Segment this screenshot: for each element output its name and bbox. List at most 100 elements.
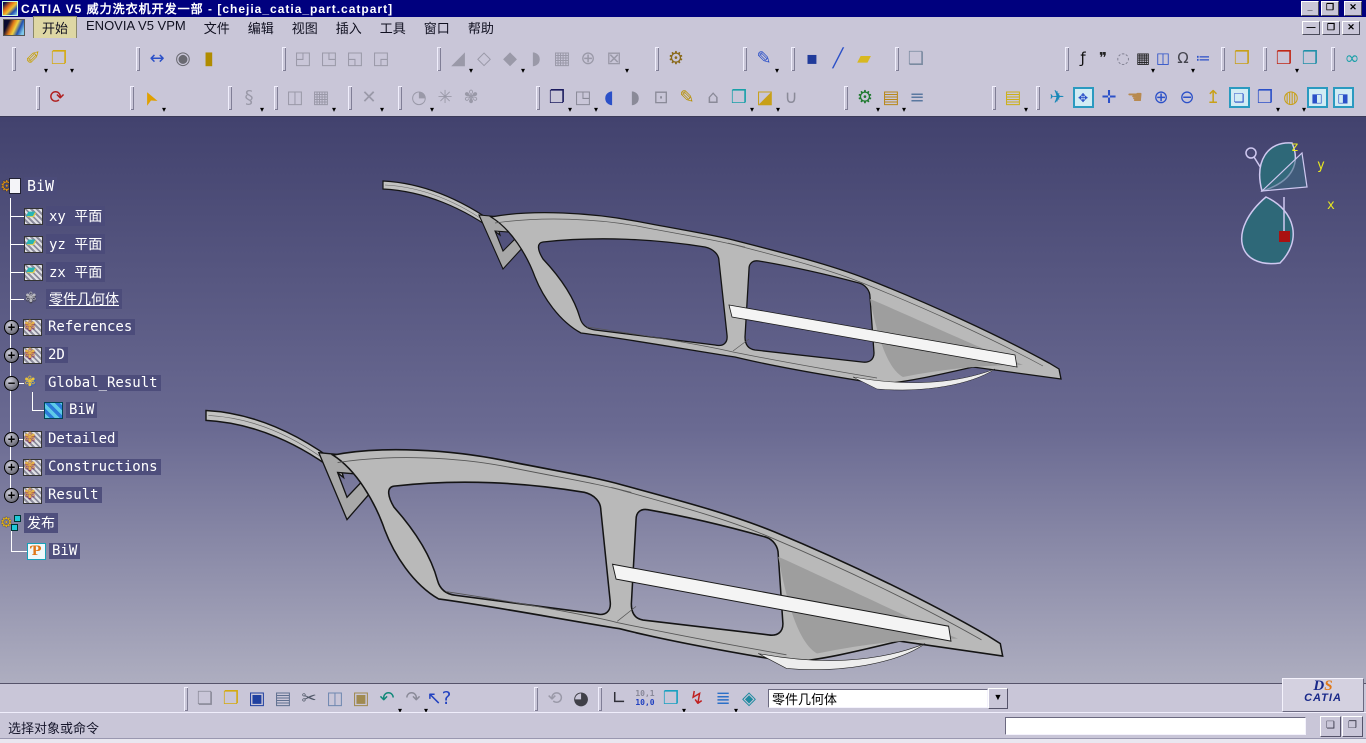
thickness-button[interactable]: ◆▾ xyxy=(497,46,523,72)
command-input[interactable] xyxy=(1005,717,1306,735)
tree-node-label[interactable]: Constructions xyxy=(45,459,161,475)
catalog-box-1-button[interactable]: ◰ xyxy=(290,46,316,72)
collapse-minus-icon[interactable]: − xyxy=(4,376,19,391)
toolbar-grip[interactable] xyxy=(36,86,40,110)
spray-button[interactable]: ✳ xyxy=(432,85,458,111)
mirror-button[interactable]: ◫ xyxy=(282,85,308,111)
view-mode-b-button[interactable]: ◨ xyxy=(1330,85,1356,111)
mdi-minimize-button[interactable]: — xyxy=(1302,21,1320,35)
tree-node-label[interactable]: References xyxy=(45,319,135,335)
update-document-button[interactable]: ⟲ xyxy=(542,686,568,712)
plane-button[interactable]: ▰ xyxy=(851,46,877,72)
part-root-icon[interactable]: ⚙ xyxy=(2,178,21,195)
publication-icon[interactable]: Ƥ xyxy=(27,543,46,560)
undo-button[interactable]: ↶▾ xyxy=(374,686,400,712)
3d-viewport[interactable]: z y x xyxy=(0,116,1366,684)
plane-icon[interactable]: ▰ xyxy=(24,236,43,253)
shell-button[interactable]: ◇ xyxy=(471,46,497,72)
tree-node-label[interactable]: BiW xyxy=(24,177,57,195)
mdi-close-button[interactable]: ✕ xyxy=(1342,21,1360,35)
tree-node-label[interactable]: Detailed xyxy=(45,431,118,447)
fly-mode-button[interactable]: ✈ xyxy=(1044,85,1070,111)
model-canvas[interactable]: z y x xyxy=(0,117,1366,684)
paste-button[interactable]: ▣ xyxy=(348,686,374,712)
tree-node-label[interactable]: xy 平面 xyxy=(46,206,105,226)
menu-item-窗口[interactable]: 窗口 xyxy=(415,16,459,39)
toolbar-grip[interactable] xyxy=(534,687,538,711)
toolbar-grip[interactable] xyxy=(1263,47,1267,71)
tree-node-label[interactable]: 发布 xyxy=(24,513,58,533)
toolbar-grip[interactable] xyxy=(398,86,402,110)
line-button[interactable]: ╱ xyxy=(825,46,851,72)
toolbar-grip[interactable] xyxy=(743,47,747,71)
toolbar-grip[interactable] xyxy=(655,47,659,71)
boolean-op-button[interactable]: ◳▾ xyxy=(570,85,596,111)
open-in-new-window-button[interactable]: ✐▾ xyxy=(20,46,46,72)
toolbar-grip[interactable] xyxy=(598,687,602,711)
insert-body-button[interactable]: ❐▾ xyxy=(544,85,570,111)
minimize-button[interactable]: _ xyxy=(1301,1,1319,16)
iso-view-button[interactable]: ❒▾ xyxy=(1252,85,1278,111)
expand-plus-icon[interactable]: + xyxy=(4,320,19,335)
patch-button[interactable]: ✾ xyxy=(458,85,484,111)
toolbar-grip[interactable] xyxy=(184,687,188,711)
catalog-box-2-button[interactable]: ◳ xyxy=(316,46,342,72)
toolbar-grip[interactable] xyxy=(895,47,899,71)
structure-tree-button[interactable]: ≡ xyxy=(904,85,930,111)
half-cylinder-button[interactable]: ◖ xyxy=(596,85,622,111)
part-yellow-button[interactable]: ❒ xyxy=(1229,46,1255,72)
dropdown-arrow-icon[interactable]: ▾ xyxy=(70,66,74,75)
status-doc-button-1[interactable]: ❏ xyxy=(1320,716,1341,737)
sketcher-button[interactable]: ✎▾ xyxy=(751,46,777,72)
cut-button[interactable]: ✂ xyxy=(296,686,322,712)
fastener-button[interactable]: §▾ xyxy=(236,85,262,111)
geoset-icon[interactable]: ✾ xyxy=(23,319,42,336)
explode-axis-button[interactable]: ✕▾ xyxy=(356,85,382,111)
expand-plus-icon[interactable]: + xyxy=(4,432,19,447)
rotate-button[interactable]: ☚ xyxy=(1122,85,1148,111)
tree-node-label[interactable]: 2D xyxy=(45,347,68,363)
axis-system-button[interactable]: ∟ xyxy=(606,686,632,712)
plane-icon[interactable]: ▰ xyxy=(24,208,43,225)
expand-plus-icon[interactable]: + xyxy=(4,460,19,475)
tree-node-label[interactable]: zx 平面 xyxy=(46,262,105,282)
menu-item-文件[interactable]: 文件 xyxy=(195,16,239,39)
part-exchange-button[interactable]: ❒▾ xyxy=(658,686,684,712)
comment-bubble-button[interactable]: ❞ xyxy=(1093,46,1113,72)
tree-node-label[interactable]: Global_Result xyxy=(45,375,161,391)
measure-between-button[interactable]: ↔ xyxy=(144,46,170,72)
new-document-button[interactable]: ❏ xyxy=(192,686,218,712)
toolbar-grip[interactable] xyxy=(12,47,16,71)
layered-surface-button[interactable]: ▤▾ xyxy=(1000,85,1026,111)
design-table-button[interactable]: ▦▾ xyxy=(1133,46,1153,72)
dropdown-arrow-icon[interactable]: ▾ xyxy=(380,105,384,114)
interference-bolt-button[interactable]: ↯ xyxy=(684,686,710,712)
expand-plus-icon[interactable]: + xyxy=(4,488,19,503)
catalog-book-button[interactable]: ◈ xyxy=(736,686,762,712)
shaft-button[interactable]: ◗ xyxy=(622,85,648,111)
clip-button[interactable]: ∪ xyxy=(778,85,804,111)
dropdown-arrow-icon[interactable]: ▾ xyxy=(625,66,629,75)
axis-target-button[interactable]: ⊕ xyxy=(575,46,601,72)
expand-plus-icon[interactable]: + xyxy=(4,348,19,363)
menu-item-开始[interactable]: 开始 xyxy=(33,16,77,39)
dropdown-arrow-icon[interactable]: ▾ xyxy=(260,105,264,114)
geoset-open-icon[interactable]: ✾ xyxy=(23,375,42,392)
compass-anchor[interactable] xyxy=(1279,231,1290,242)
gear-settings-button[interactable]: ⚙ xyxy=(663,46,689,72)
combobox-dropdown-button[interactable]: ▼ xyxy=(988,688,1008,709)
sphere-button[interactable]: ◔▾ xyxy=(406,85,432,111)
hole-button[interactable]: ⊡ xyxy=(648,85,674,111)
tree-node-label[interactable]: BiW xyxy=(66,402,97,418)
wedge-button[interactable]: ◢▾ xyxy=(445,46,471,72)
print-button[interactable]: ▤ xyxy=(270,686,296,712)
lock-button[interactable]: Ω▾ xyxy=(1173,46,1193,72)
toolbar-grip[interactable] xyxy=(1331,47,1335,71)
toolbar-grip[interactable] xyxy=(282,47,286,71)
toolbar-grip[interactable] xyxy=(130,86,134,110)
copy-button[interactable]: ◫ xyxy=(322,686,348,712)
geoset-icon[interactable]: ✾ xyxy=(23,487,42,504)
cube-teal-button[interactable]: ❒▾ xyxy=(726,85,752,111)
menu-item-插入[interactable]: 插入 xyxy=(327,16,371,39)
close-button[interactable]: ✕ xyxy=(1344,1,1362,16)
